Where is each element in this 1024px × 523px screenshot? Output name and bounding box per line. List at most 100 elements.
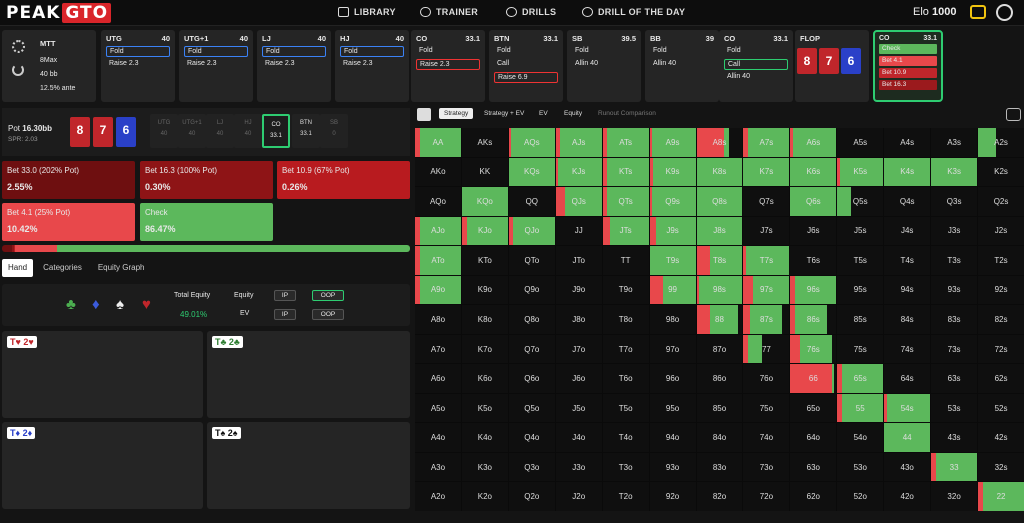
hand-cell[interactable]: KJo [461,216,508,246]
hand-cell[interactable]: A5o [415,393,461,423]
hand-cell[interactable]: J8o [555,305,602,334]
hand-cell[interactable]: A3s [931,128,978,157]
hand-cell[interactable]: 93o [649,452,696,482]
hand-cell[interactable]: K9s [649,157,696,187]
seat-co[interactable]: CO 33.1 [262,114,290,148]
hand-box-diamonds[interactable]: T♦ 2♦ [2,422,203,509]
hand-cell[interactable]: 92s [978,275,1024,305]
hand-cell[interactable]: Q5o [508,393,555,423]
hand-cell[interactable]: T8s [696,246,743,275]
hand-cell[interactable]: 86o [696,364,743,393]
hand-cell[interactable]: 86s [790,305,837,334]
hand-cell[interactable]: 84s [884,305,931,334]
hand-cell[interactable]: 75o [743,393,790,423]
hand-cell[interactable]: 42o [884,482,931,511]
bet-33-box[interactable]: Bet 33.0 (202% Pot) 2.55% [2,161,135,199]
hand-cell[interactable]: T4s [884,246,931,275]
hand-cell[interactable]: 63s [931,364,978,393]
hand-cell[interactable]: K6s [790,157,837,187]
current-action-card[interactable]: CO 33.1 Check Bet 4.1 Bet 10.9 Bet 16.3 [873,30,943,102]
hand-cell[interactable]: KK [461,157,508,187]
hand-cell[interactable]: ATs [602,128,649,157]
hand-cell[interactable]: ATo [415,246,461,275]
hand-cell[interactable]: Q9o [508,275,555,305]
position-option[interactable]: Raise 2.3 [262,59,326,70]
nav-trainer[interactable]: TRAINER [420,7,478,17]
hand-cell[interactable]: QJo [508,216,555,246]
hand-cell[interactable]: 66 [790,364,837,393]
position-option[interactable]: Call [494,59,558,70]
hand-cell[interactable]: 93s [931,275,978,305]
hand-cell[interactable]: 65s [837,364,884,393]
tab-equity[interactable]: Equity [564,110,582,117]
hand-cell[interactable]: A2s [978,128,1024,157]
hand-cell[interactable]: 77 [743,334,790,364]
hand-cell[interactable]: A9o [415,275,461,305]
position-card-utg[interactable]: UTG 40 Fold Raise 2.3 [101,30,175,102]
hand-cell[interactable]: AA [415,128,461,157]
nav-library[interactable]: LIBRARY [338,7,396,17]
hand-cell[interactable]: T2o [602,482,649,511]
hand-cell[interactable]: AQo [415,187,461,216]
bet-16-box[interactable]: Bet 16.3 (100% Pot) 0.30% [140,161,273,199]
gamepad-icon[interactable] [1006,108,1021,121]
position-option[interactable]: Fold [184,46,248,57]
hand-cell[interactable]: J9o [555,275,602,305]
position-option[interactable]: Fold [572,46,636,57]
hand-cell[interactable]: 96o [649,364,696,393]
hand-cell[interactable]: QQ [508,187,555,216]
position-option[interactable]: Raise 6.9 [494,72,558,83]
tab-runout-comparison[interactable]: Runout Comparison [598,110,656,117]
hand-cell[interactable]: A2o [415,482,461,511]
hand-cell[interactable]: 94s [884,275,931,305]
hand-cell[interactable]: 64o [790,423,837,452]
hand-cell[interactable]: J6s [790,216,837,246]
hand-cell[interactable]: 32s [978,452,1024,482]
hand-cell[interactable]: 52o [837,482,884,511]
hand-cell[interactable]: 96s [790,275,837,305]
hand-cell[interactable]: 32o [931,482,978,511]
hand-cell[interactable]: A6o [415,364,461,393]
hand-cell[interactable]: KQs [508,157,555,187]
hand-cell[interactable]: J7s [743,216,790,246]
hand-cell[interactable]: 53s [931,393,978,423]
hand-cell[interactable]: 43o [884,452,931,482]
option-bet-large[interactable]: Bet 16.3 [879,80,937,90]
hand-cell[interactable]: TT [602,246,649,275]
hand-cell[interactable]: T9s [649,246,696,275]
account-icon[interactable] [996,4,1013,21]
hand-cell[interactable]: K5s [837,157,884,187]
hand-cell[interactable]: 62o [790,482,837,511]
position-option[interactable]: Raise 2.3 [184,59,248,70]
seat-btn[interactable]: BTN 33.1 [292,114,320,148]
tab-equity-graph[interactable]: Equity Graph [92,259,151,277]
tab-categories[interactable]: Categories [37,259,88,277]
hand-cell[interactable]: A7o [415,334,461,364]
equity-ip-button[interactable]: IP [274,290,296,301]
hand-cell[interactable]: 63o [790,452,837,482]
hand-cell[interactable]: J4s [884,216,931,246]
hand-cell[interactable]: 53o [837,452,884,482]
hand-cell[interactable]: Q3o [508,452,555,482]
hand-cell[interactable]: T5s [837,246,884,275]
hand-cell[interactable]: T2s [978,246,1024,275]
equity-oop-button[interactable]: OOP [312,290,344,301]
hand-cell[interactable]: A4s [884,128,931,157]
hand-cell[interactable]: A5s [837,128,884,157]
hand-cell[interactable]: QTo [508,246,555,275]
position-card-lj[interactable]: LJ 40 Fold Raise 2.3 [257,30,331,102]
hand-cell[interactable]: A7s [743,128,790,157]
heart-icon[interactable]: ♥ [142,296,151,313]
hand-cell[interactable]: 43s [931,423,978,452]
hand-cell[interactable]: Q3s [931,187,978,216]
hand-cell[interactable]: T8o [602,305,649,334]
hand-cell[interactable]: 92o [649,482,696,511]
position-card-btn[interactable]: BTN 33.1 Fold Call Raise 6.9 [489,30,563,102]
option-bet-mid[interactable]: Bet 10.9 [879,68,937,78]
hand-cell[interactable]: J3s [931,216,978,246]
position-option[interactable]: Raise 2.3 [340,59,404,70]
position-option[interactable]: Fold [724,46,788,57]
hand-cell[interactable]: K2s [978,157,1024,187]
hand-cell[interactable]: T5o [602,393,649,423]
hand-cell[interactable]: K4o [461,423,508,452]
